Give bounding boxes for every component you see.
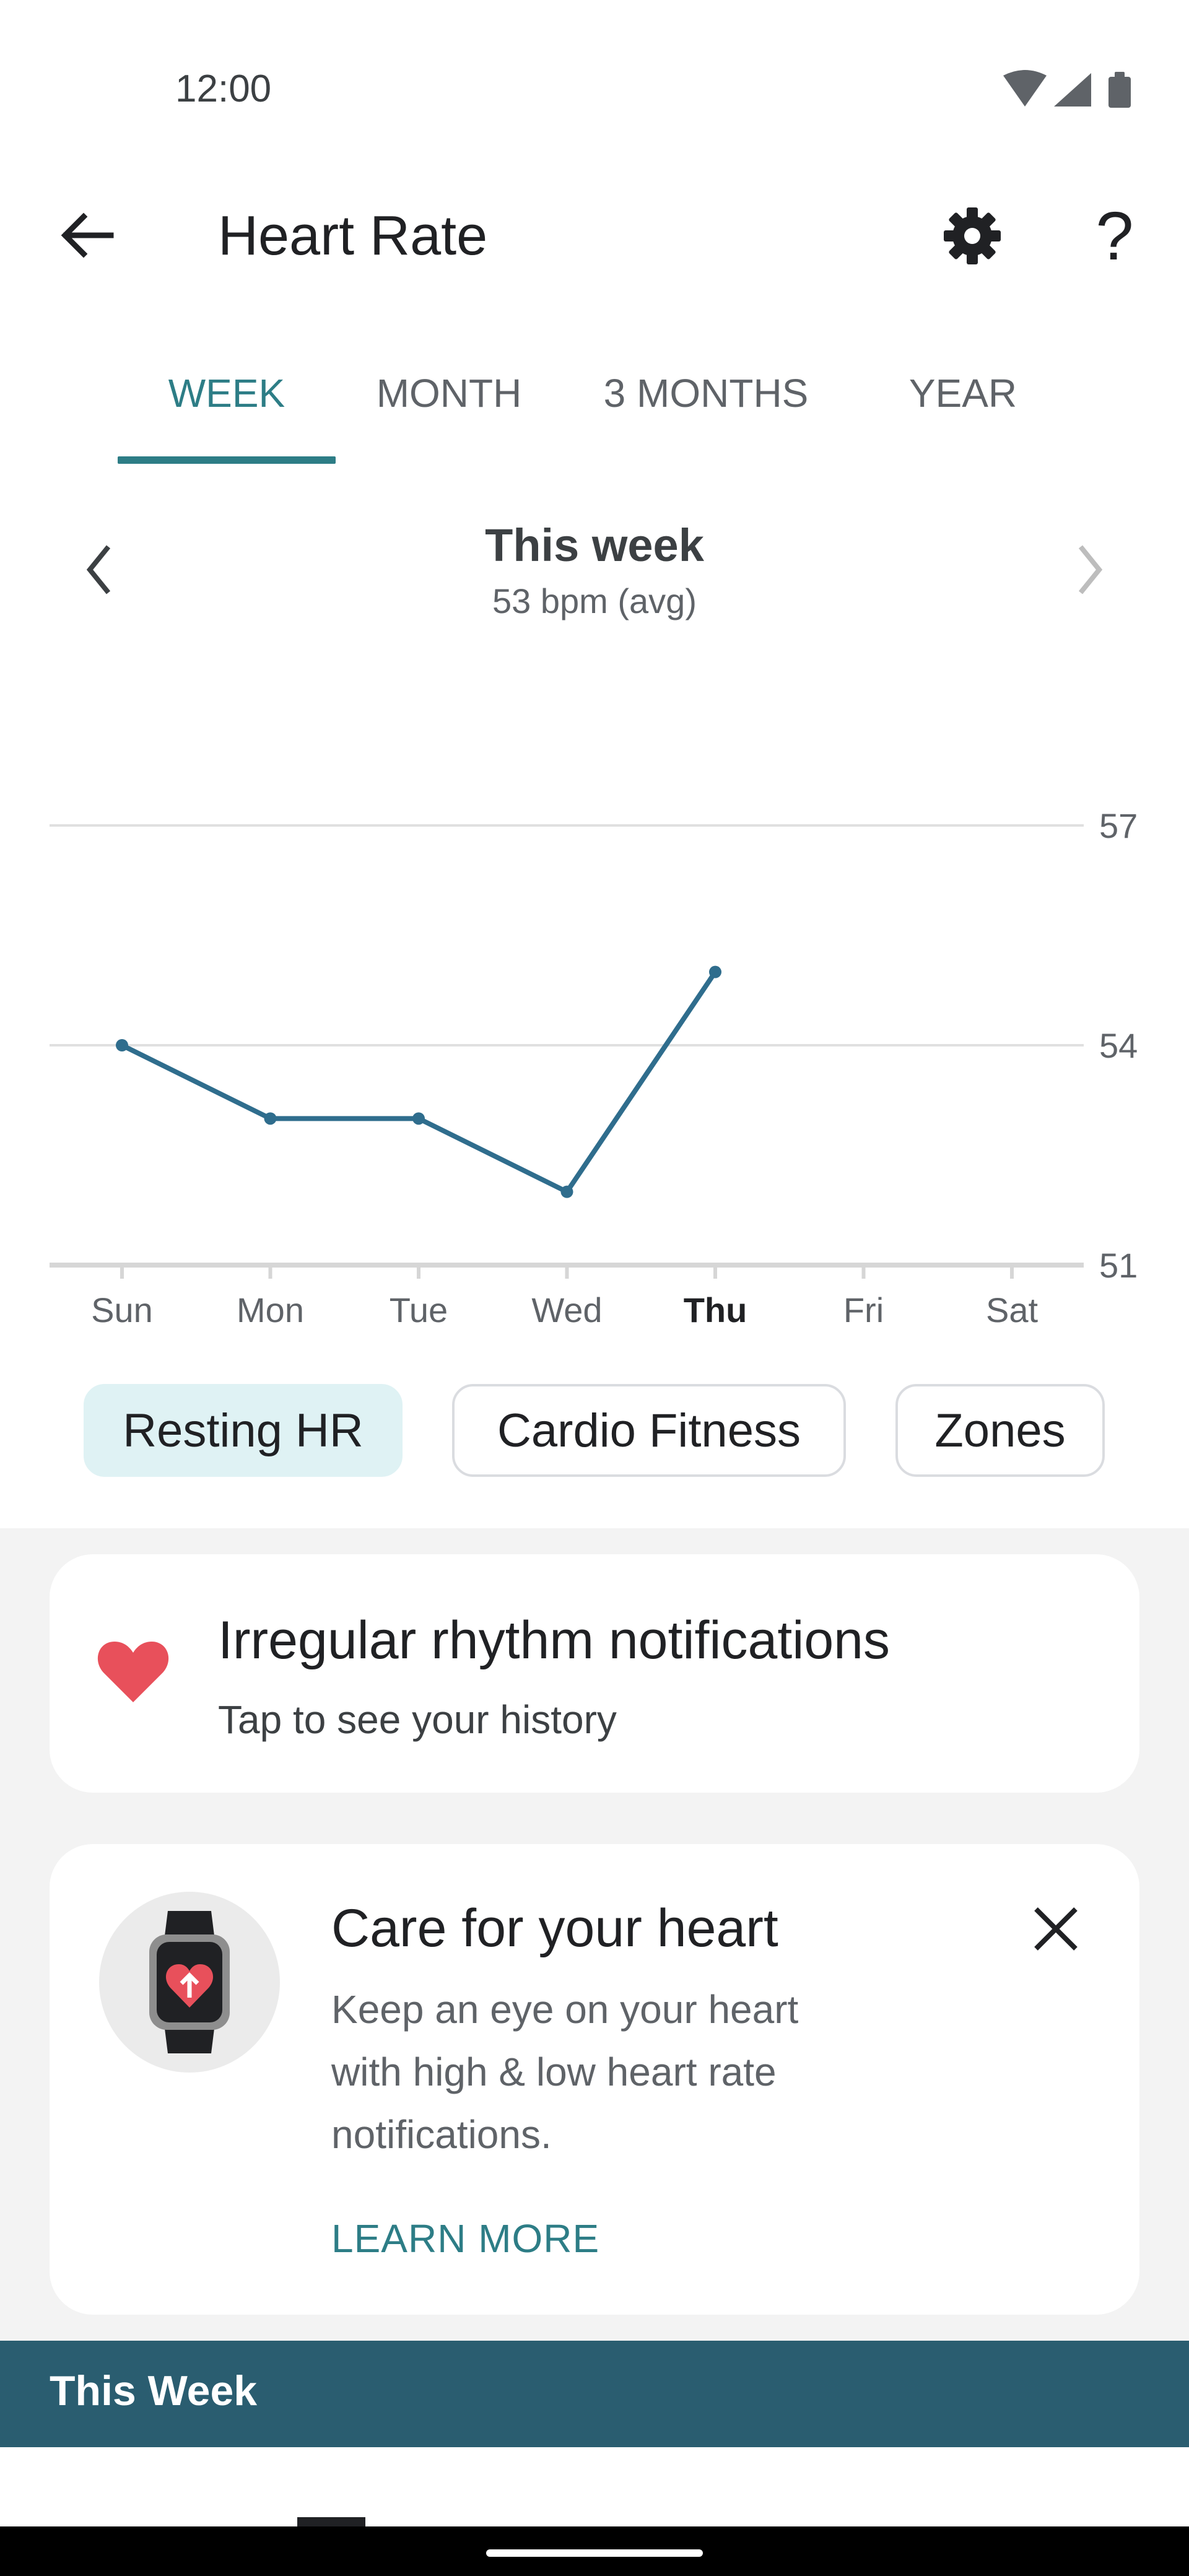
settings-button[interactable]	[929, 196, 1016, 276]
help-button[interactable]: ?	[1078, 196, 1152, 276]
data-point	[709, 965, 721, 978]
care-card-title: Care for your heart	[331, 1899, 778, 1958]
x-tick-label: Wed	[531, 1290, 602, 1329]
x-tick-label: Mon	[237, 1290, 304, 1329]
heart-icon	[96, 1638, 170, 1706]
resting-hr-chart: 57 54 51 Sun Mon Tue Wed Thu Fri Sat	[50, 806, 1138, 1329]
irregular-rhythm-card[interactable]	[50, 1554, 1139, 1793]
status-time: 12:00	[175, 67, 272, 110]
data-point	[264, 1112, 277, 1125]
care-card-body-line: with high & low heart rate	[331, 2050, 777, 2094]
tab-indicator	[118, 456, 336, 464]
next-period-button[interactable]	[1059, 533, 1121, 607]
data-point	[116, 1039, 128, 1051]
irregular-rhythm-subtitle: Tap to see your history	[218, 1697, 617, 1742]
chevron-right-icon	[1078, 545, 1103, 594]
care-card-body-line: Keep an eye on your heart	[331, 1987, 799, 2032]
signal-icon	[1054, 73, 1091, 107]
close-icon	[1034, 1907, 1078, 1951]
gear-icon	[944, 207, 1001, 264]
x-tick-label: Sat	[986, 1290, 1038, 1329]
dismiss-card-button[interactable]	[1016, 1889, 1096, 1969]
tab-3-months[interactable]: 3 MONTHS	[576, 362, 836, 424]
arrow-back-icon	[61, 212, 114, 258]
watch-heart-icon	[99, 1892, 280, 2073]
tab-year[interactable]: YEAR	[873, 362, 1053, 424]
x-tick-label: Thu	[684, 1290, 747, 1329]
care-card-body-line: notifications.	[331, 2112, 552, 2157]
period-average: 53 bpm (avg)	[492, 581, 697, 620]
learn-more-link[interactable]: LEARN MORE	[331, 2216, 599, 2261]
chip-cardio-fitness[interactable]: Cardio Fitness	[452, 1384, 846, 1477]
y-tick-label: 54	[1099, 1026, 1138, 1065]
this-week-section-title: This Week	[50, 2367, 258, 2414]
period-title: This week	[485, 520, 704, 571]
irregular-rhythm-title: Irregular rhythm notifications	[218, 1611, 890, 1670]
back-button[interactable]	[43, 198, 130, 272]
x-tick-label: Sun	[91, 1290, 153, 1329]
chip-resting-hr[interactable]: Resting HR	[84, 1384, 403, 1477]
data-point	[412, 1112, 425, 1125]
tab-week[interactable]: WEEK	[118, 362, 336, 424]
battery-icon	[1108, 72, 1131, 108]
wifi-icon	[1003, 70, 1047, 107]
status-icons	[997, 68, 1139, 111]
chevron-left-icon	[86, 545, 111, 594]
previous-period-button[interactable]	[68, 533, 130, 607]
y-tick-label: 57	[1099, 806, 1138, 845]
x-tick-label: Fri	[843, 1290, 884, 1329]
page-title: Heart Rate	[218, 205, 488, 267]
care-card-body: Keep an eye on your heart with high & lo…	[331, 1978, 889, 2166]
home-gesture-handle[interactable]	[486, 2549, 703, 2557]
x-tick-label: Tue	[390, 1290, 448, 1329]
series-line	[121, 970, 718, 1194]
y-tick-label: 51	[1099, 1246, 1138, 1285]
tab-month[interactable]: MONTH	[347, 362, 551, 424]
chip-zones[interactable]: Zones	[895, 1384, 1105, 1477]
data-point	[560, 1185, 573, 1198]
